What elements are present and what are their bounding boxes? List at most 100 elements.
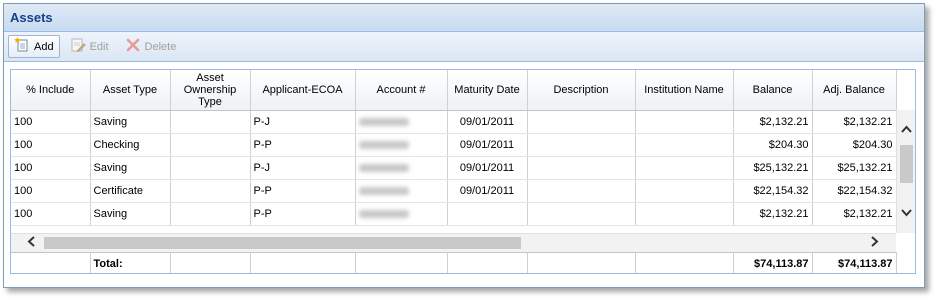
cell-ecoa: P-J	[250, 110, 356, 134]
cell-description	[527, 110, 636, 134]
column-header-asset-type[interactable]: Asset Type	[90, 70, 171, 111]
cell-ownership	[170, 202, 251, 226]
footer-empty-cell	[527, 252, 636, 273]
cell-institution	[635, 110, 734, 134]
column-header-applicant-ecoa[interactable]: Applicant-ECOA	[250, 70, 356, 111]
delete-x-icon	[125, 37, 141, 56]
cell-include: 100	[11, 179, 91, 203]
cell-balance: $2,132.21	[733, 202, 813, 226]
cell-include: 100	[11, 202, 91, 226]
cell-maturity-date: 09/01/2011	[447, 133, 528, 157]
cell-balance: $2,132.21	[733, 110, 813, 134]
total-label: Total:	[90, 252, 171, 273]
cell-adj-balance: $2,132.21	[812, 202, 897, 226]
table-row[interactable]: 100 Saving P-J 09/01/2011 $2,132.21 $2,1…	[11, 110, 897, 134]
redacted-account-number	[358, 117, 409, 126]
assets-panel: Assets Add Edit Delete % Include Asset T…	[3, 3, 925, 288]
toolbar: Add Edit Delete	[4, 32, 924, 62]
cell-balance: $22,154.32	[733, 179, 813, 203]
panel-title: Assets	[10, 10, 53, 25]
cell-ecoa: P-J	[250, 156, 356, 180]
cell-asset-type: Saving	[90, 156, 171, 180]
edit-button-label: Edit	[89, 40, 109, 53]
cell-adj-balance: $25,132.21	[812, 156, 897, 180]
total-balance: $74,113.87	[733, 252, 813, 273]
cell-account-redacted	[355, 133, 448, 157]
cell-balance: $204.30	[733, 133, 813, 157]
column-header-maturity-date[interactable]: Maturity Date	[447, 70, 528, 111]
cell-description	[527, 133, 636, 157]
vertical-scrollbar-thumb[interactable]	[900, 145, 913, 183]
redacted-account-number	[358, 164, 409, 173]
cell-include: 100	[11, 133, 91, 157]
table-row[interactable]: 100 Checking P-P 09/01/2011 $204.30 $204…	[11, 133, 897, 157]
table-row[interactable]: 100 Certificate P-P 09/01/2011 $22,154.3…	[11, 179, 897, 203]
delete-button[interactable]: Delete	[119, 35, 183, 58]
chevron-down-icon[interactable]	[900, 206, 913, 222]
cell-institution	[635, 156, 734, 180]
delete-button-label: Delete	[144, 40, 177, 53]
redacted-account-number	[358, 187, 409, 196]
column-header-description[interactable]: Description	[527, 70, 636, 111]
edit-document-icon	[70, 37, 86, 56]
cell-include: 100	[11, 110, 91, 134]
cell-ecoa: P-P	[250, 202, 356, 226]
grid-footer: Total: $74,113.87 $74,113.87	[11, 252, 897, 273]
cell-maturity-date: 09/01/2011	[447, 110, 528, 134]
cell-institution	[635, 179, 734, 203]
cell-include: 100	[11, 156, 91, 180]
cell-account-redacted	[355, 156, 448, 180]
cell-institution	[635, 133, 734, 157]
column-header-include[interactable]: % Include	[11, 70, 91, 111]
edit-button[interactable]: Edit	[64, 35, 115, 58]
totals-row: Total: $74,113.87 $74,113.87	[11, 252, 897, 273]
grid-header: % Include Asset Type Asset Ownership Typ…	[11, 70, 897, 111]
cell-institution	[635, 202, 734, 226]
chevron-right-icon[interactable]	[868, 235, 881, 251]
cell-account-redacted	[355, 110, 448, 134]
column-header-adj-balance[interactable]: Adj. Balance	[812, 70, 897, 111]
cell-description	[527, 156, 636, 180]
add-button[interactable]: Add	[8, 35, 60, 58]
footer-empty-cell	[250, 252, 356, 273]
footer-empty-cell	[11, 252, 91, 273]
cell-ownership	[170, 156, 251, 180]
cell-ecoa: P-P	[250, 133, 356, 157]
cell-maturity-date	[447, 202, 528, 226]
footer-empty-cell	[447, 252, 528, 273]
vertical-scrollbar[interactable]	[896, 110, 915, 233]
column-header-balance[interactable]: Balance	[733, 70, 813, 111]
grid-body: 100 Saving P-J 09/01/2011 $2,132.21 $2,1…	[11, 110, 897, 226]
cell-ownership	[170, 179, 251, 203]
cell-description	[527, 179, 636, 203]
footer-empty-cell	[355, 252, 448, 273]
chevron-up-icon[interactable]	[900, 123, 913, 139]
cell-maturity-date: 09/01/2011	[447, 156, 528, 180]
add-document-icon	[14, 37, 30, 56]
assets-grid: % Include Asset Type Asset Ownership Typ…	[10, 69, 916, 274]
horizontal-scrollbar[interactable]	[11, 233, 896, 252]
column-header-institution-name[interactable]: Institution Name	[635, 70, 734, 111]
column-header-ownership-type[interactable]: Asset Ownership Type	[170, 70, 251, 111]
cell-ownership	[170, 110, 251, 134]
table-row[interactable]: 100 Saving P-P $2,132.21 $2,132.21	[11, 202, 897, 226]
footer-empty-cell	[170, 252, 251, 273]
panel-header: Assets	[4, 4, 924, 32]
horizontal-scrollbar-thumb[interactable]	[44, 237, 521, 249]
cell-asset-type: Saving	[90, 110, 171, 134]
column-header-account-number[interactable]: Account #	[355, 70, 448, 111]
table-row[interactable]: 100 Saving P-J 09/01/2011 $25,132.21 $25…	[11, 156, 897, 180]
total-adj-balance: $74,113.87	[812, 252, 897, 273]
cell-adj-balance: $204.30	[812, 133, 897, 157]
cell-adj-balance: $22,154.32	[812, 179, 897, 203]
add-button-label: Add	[34, 40, 54, 53]
chevron-left-icon[interactable]	[25, 235, 38, 251]
cell-description	[527, 202, 636, 226]
footer-empty-cell	[635, 252, 734, 273]
redacted-account-number	[358, 210, 409, 219]
cell-asset-type: Checking	[90, 133, 171, 157]
redacted-account-number	[358, 141, 409, 150]
cell-asset-type: Certificate	[90, 179, 171, 203]
cell-account-redacted	[355, 179, 448, 203]
cell-balance: $25,132.21	[733, 156, 813, 180]
